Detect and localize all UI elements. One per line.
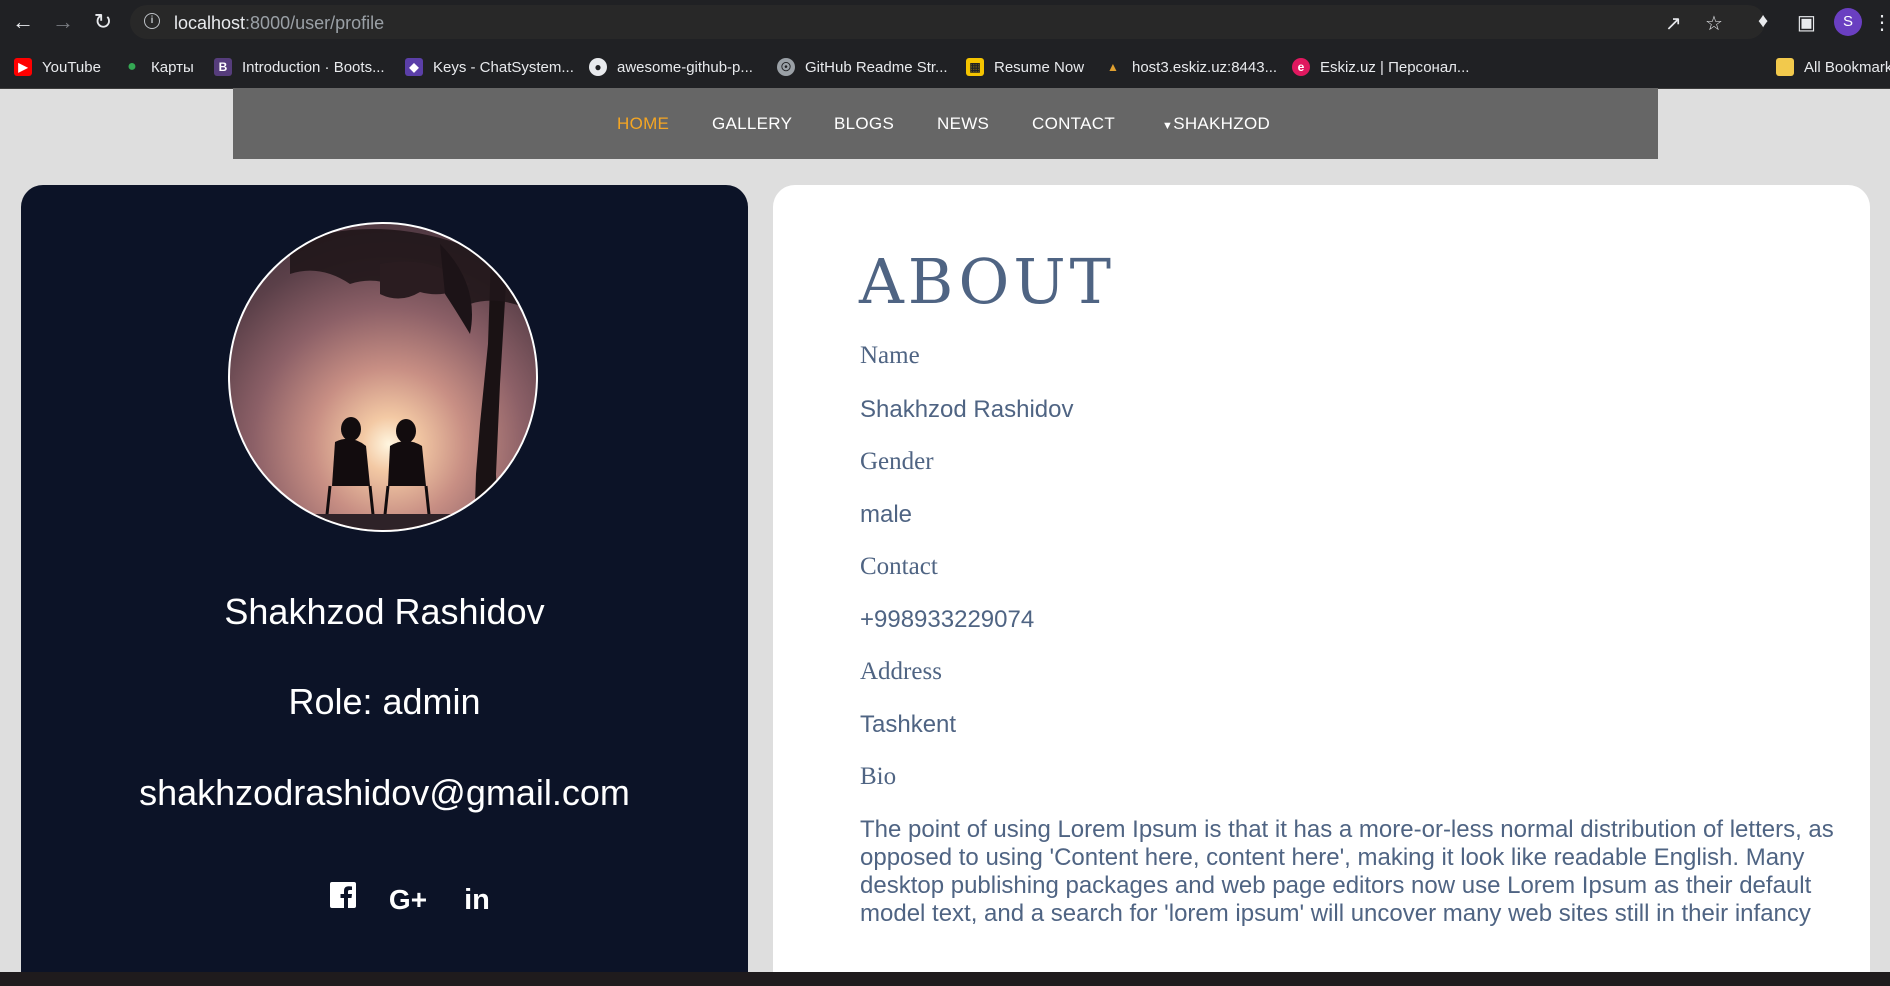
bookmark-resume-now[interactable]: ▦ Resume Now [966, 57, 1084, 77]
bookmark-eskiz[interactable]: e Eskiz.uz | Персонал... [1292, 57, 1469, 77]
share-icon[interactable]: ↗ [1665, 11, 1682, 36]
bio-text: The point of using Lorem Ipsum is that i… [860, 816, 1834, 927]
bookmark-keys[interactable]: ◆ Keys - ChatSystem... [405, 57, 574, 77]
avatar-photo-silhouette [230, 224, 536, 530]
about-card: ABOUT Name Shakhzod Rashidov Gender male… [773, 185, 1870, 986]
google-plus-icon[interactable]: G+ [388, 880, 428, 920]
bookmark-star-icon[interactable]: ☆ [1705, 11, 1723, 36]
browser-toolbar: ← → ↻ i localhost:8000/user/profile ↗ ☆ … [0, 0, 1890, 45]
forward-icon[interactable]: → [50, 9, 76, 35]
host-icon: ▲ [1107, 60, 1119, 74]
maps-icon: ● [127, 58, 137, 75]
menu-icon[interactable]: ⋮ [1872, 10, 1890, 35]
address-label: Address [860, 658, 942, 685]
avatar [228, 222, 538, 532]
side-panel-icon[interactable]: ▣ [1797, 10, 1816, 35]
youtube-icon: ▶ [14, 58, 32, 76]
bio-label: Bio [860, 763, 897, 790]
facebook-icon[interactable] [323, 880, 363, 920]
profile-role: Role: admin [288, 681, 481, 722]
nav-home-link[interactable]: HOME [617, 114, 669, 134]
bookmark-awesome-github[interactable]: ● awesome-github-p... [589, 57, 753, 77]
bookmark-github-readme[interactable]: ☉ GitHub Readme Str... [777, 57, 948, 77]
keys-icon: ◆ [405, 58, 423, 76]
name-label: Name [860, 342, 920, 369]
nav-gallery-link[interactable]: GALLERY [712, 114, 792, 134]
folder-icon [1776, 58, 1794, 76]
reload-icon[interactable]: ↻ [90, 9, 116, 35]
eskiz-icon: e [1292, 58, 1310, 76]
bookmark-all-bookmarks[interactable]: All Bookmarks [1776, 57, 1890, 77]
nav-news-link[interactable]: NEWS [937, 114, 989, 134]
about-heading: ABOUT [859, 245, 1115, 318]
url-text[interactable]: localhost:8000/user/profile [174, 13, 384, 34]
nav-blogs-link[interactable]: BLOGS [834, 114, 894, 134]
extensions-icon[interactable]: ♦ [1758, 10, 1768, 33]
caret-down-icon: ▼ [1162, 120, 1174, 132]
globe-icon: ☉ [777, 58, 795, 76]
bookmarks-bar: ▶ YouTube ● Карты B Introduction · Boots...… [0, 45, 1890, 89]
gender-label: Gender [860, 448, 934, 475]
github-icon: ● [589, 58, 607, 76]
profile-email: shakhzodrashidov@gmail.com [139, 772, 630, 813]
bookmark-bootstrap[interactable]: B Introduction · Boots... [214, 57, 385, 77]
bootstrap-icon: B [214, 58, 232, 76]
profile-name: Shakhzod Rashidov [224, 591, 545, 632]
address-bar[interactable]: i localhost:8000/user/profile ↗ ☆ [130, 5, 1765, 39]
name-value: Shakhzod Rashidov [860, 396, 1074, 423]
site-info-icon[interactable]: i [144, 13, 160, 29]
browser-profile-avatar[interactable]: S [1834, 8, 1862, 36]
address-value: Tashkent [860, 711, 957, 738]
contact-value: +998933229074 [860, 606, 1035, 633]
back-icon[interactable]: ← [10, 9, 36, 35]
nav-contact-link[interactable]: CONTACT [1032, 114, 1115, 134]
gender-value: male [860, 501, 913, 528]
profile-card: Shakhzod Rashidov Role: admin shakhzodra… [21, 185, 748, 986]
taskbar-strip [0, 972, 1890, 986]
bookmark-youtube[interactable]: ▶ YouTube [14, 57, 101, 77]
bookmark-maps[interactable]: ● Карты [123, 57, 194, 77]
bookmark-host3-eskiz[interactable]: ▲ host3.eskiz.uz:8443... [1104, 57, 1277, 77]
site-navbar: HOME GALLERY BLOGS NEWS CONTACT ▼SHAKHZO… [233, 88, 1658, 159]
contact-label: Contact [860, 553, 938, 580]
nav-user-dropdown[interactable]: ▼SHAKHZOD [1162, 114, 1270, 134]
linkedin-icon[interactable]: in [457, 880, 497, 920]
resume-icon: ▦ [966, 58, 984, 76]
